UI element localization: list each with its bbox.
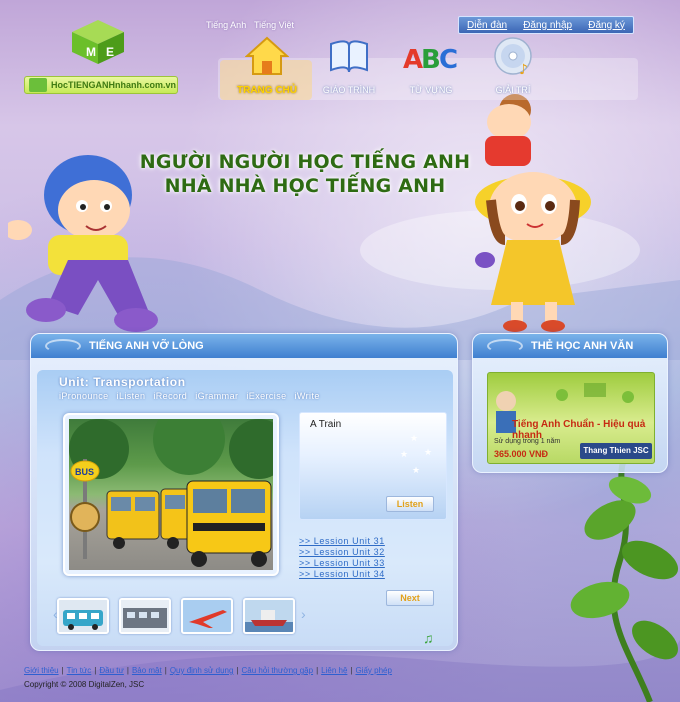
- thumb-bus[interactable]: [57, 598, 109, 634]
- ship-icon: [245, 600, 293, 632]
- card-panel-header: THẺ HỌC ANH VĂN: [473, 334, 667, 358]
- nav-curriculum[interactable]: GIÁO TRÌNH: [310, 34, 388, 95]
- main-lesson-panel: TIẾNG ANH VỠ LÒNG Unit: Transportation i…: [30, 333, 458, 651]
- svg-text:M: M: [86, 45, 96, 59]
- main-panel-header: TIẾNG ANH VỠ LÒNG: [31, 334, 457, 358]
- girl-character: [475, 94, 591, 332]
- school-bus-photo: BUS: [69, 419, 273, 570]
- copyright: Copyright © 2008 DigitalZen, JSC: [24, 680, 145, 689]
- logo-text: HocTIENGANHnhanh.com.vn: [51, 80, 177, 90]
- language-vietnamese[interactable]: Tiếng Việt: [254, 20, 294, 30]
- login-link[interactable]: Đăng nhập: [523, 20, 572, 31]
- plane-icon: [183, 600, 231, 632]
- train-icon: [121, 600, 169, 632]
- logo-mini-icon: [29, 78, 47, 92]
- nav-vocabulary[interactable]: A B C TỪ VỰNG: [392, 34, 470, 95]
- tab-exercise[interactable]: iExercise: [246, 391, 286, 401]
- tab-write[interactable]: iWrite: [295, 391, 320, 401]
- slogan-line-2: NHÀ NHÀ HỌC TIẾNG ANH: [164, 175, 446, 197]
- language-english[interactable]: Tiếng Anh: [206, 20, 246, 30]
- listen-button[interactable]: Listen: [386, 496, 434, 512]
- footer-link-terms[interactable]: Quy định sử dụng: [170, 666, 234, 675]
- bus-icon: [59, 600, 107, 632]
- lesson-links: >> Lession Unit 31 >> Lession Unit 32 >>…: [299, 536, 385, 580]
- footer-link-license[interactable]: Giấy phép: [355, 666, 391, 675]
- svg-text:B: B: [421, 45, 441, 75]
- thumb-plane[interactable]: [181, 598, 233, 634]
- cd-icon: ♪: [494, 37, 532, 78]
- ad-note: Sử dụng trong 1 năm: [494, 438, 561, 445]
- tab-grammar[interactable]: iGrammar: [195, 391, 238, 401]
- abc-icon: A B C: [403, 45, 458, 75]
- unit-title: Unit: Transportation: [59, 375, 186, 389]
- tab-listen[interactable]: iListen: [117, 391, 146, 401]
- card-panel: THẺ HỌC ANH VĂN Tiếng Anh Chuẩn - Hiệu q…: [472, 333, 668, 473]
- footer-link-privacy[interactable]: Bảo mật: [132, 666, 162, 675]
- thumb-train[interactable]: [119, 598, 171, 634]
- forum-link[interactable]: Diễn đàn: [467, 20, 507, 31]
- word-caption: A Train: [310, 419, 342, 430]
- next-button[interactable]: Next: [386, 590, 434, 606]
- top-links-bar: Diễn đàn Đăng nhập Đăng ký: [458, 16, 634, 34]
- music-note-icon[interactable]: ♫: [423, 630, 434, 646]
- slogan-line-1: NGƯỜI NGƯỜI HỌC TIẾNG ANH: [139, 151, 471, 173]
- swirl-decoration-icon: [45, 339, 81, 353]
- nav-entertainment-label: GIẢI TRÍ: [495, 85, 531, 95]
- lesson-link-31[interactable]: >> Lession Unit 31: [299, 536, 385, 547]
- footer-links: Giới thiệu | Tin tức | Đầu tư | Bảo mật | Qu…: [24, 666, 392, 675]
- house-icon: [244, 36, 290, 75]
- nav-entertainment[interactable]: ♪ GIẢI TRÍ: [474, 34, 552, 95]
- footer-link-about[interactable]: Giới thiệu: [24, 666, 59, 675]
- ad-company: Thang Thien JSC: [580, 443, 652, 459]
- footer-link-contact[interactable]: Liên hệ: [321, 666, 347, 675]
- bus-sign-text: BUS: [75, 467, 94, 477]
- lesson-photo-frame: BUS: [63, 413, 279, 576]
- card-panel-title: THẺ HỌC ANH VĂN: [531, 340, 634, 352]
- footer-link-news[interactable]: Tin tức: [67, 666, 92, 675]
- nav-vocabulary-label: TỪ VỰNG: [409, 85, 453, 95]
- star-icon: ★: [410, 433, 419, 443]
- ad-price: 365.000 VNĐ: [494, 449, 549, 459]
- site-logo[interactable]: HocTIENGANHnhanh.com.vn: [24, 76, 178, 94]
- main-panel-title: TIẾNG ANH VỠ LÒNG: [89, 340, 204, 352]
- school-bus-illustration: BUS: [69, 419, 273, 567]
- nav-home[interactable]: TRANG CHỦ: [228, 34, 306, 96]
- nav-curriculum-label: GIÁO TRÌNH: [322, 85, 376, 95]
- tab-pronounce[interactable]: iPronounce: [59, 391, 109, 401]
- english-card-ad[interactable]: Tiếng Anh Chuẩn - Hiệu quả nhanh Sử dụng…: [487, 372, 655, 464]
- svg-text:E: E: [106, 45, 114, 59]
- chevron-right-icon[interactable]: ›: [301, 606, 306, 622]
- nav-home-label: TRANG CHỦ: [237, 85, 297, 96]
- lesson-link-32[interactable]: >> Lession Unit 32: [299, 547, 385, 558]
- tab-record[interactable]: iRecord: [153, 391, 187, 401]
- slogan: NGƯỜI NGƯỜI HỌC TIẾNG ANH NHÀ NHÀ HỌC TI…: [130, 150, 480, 198]
- footer-link-invest[interactable]: Đầu tư: [99, 666, 123, 675]
- svg-text:C: C: [439, 45, 458, 75]
- star-icon: ★: [400, 449, 409, 459]
- thumb-ship[interactable]: [243, 598, 295, 634]
- lesson-subtabs: iPronounce iListen iRecord iGrammar iExe…: [59, 391, 320, 401]
- logo-cube-icon[interactable]: M E: [70, 18, 126, 66]
- swirl-decoration-icon: [487, 339, 523, 353]
- book-icon: [330, 40, 368, 73]
- svg-text:♪: ♪: [519, 62, 528, 78]
- lesson-link-33[interactable]: >> Lession Unit 33: [299, 558, 385, 569]
- thumbnail-strip: ‹ ›: [53, 598, 329, 636]
- register-link[interactable]: Đăng ký: [588, 20, 625, 31]
- footer-link-faq[interactable]: Câu hỏi thường gặp: [242, 666, 314, 675]
- lesson-link-34[interactable]: >> Lession Unit 34: [299, 569, 385, 580]
- star-icon: ★: [412, 465, 421, 475]
- star-icon: ★: [424, 447, 433, 457]
